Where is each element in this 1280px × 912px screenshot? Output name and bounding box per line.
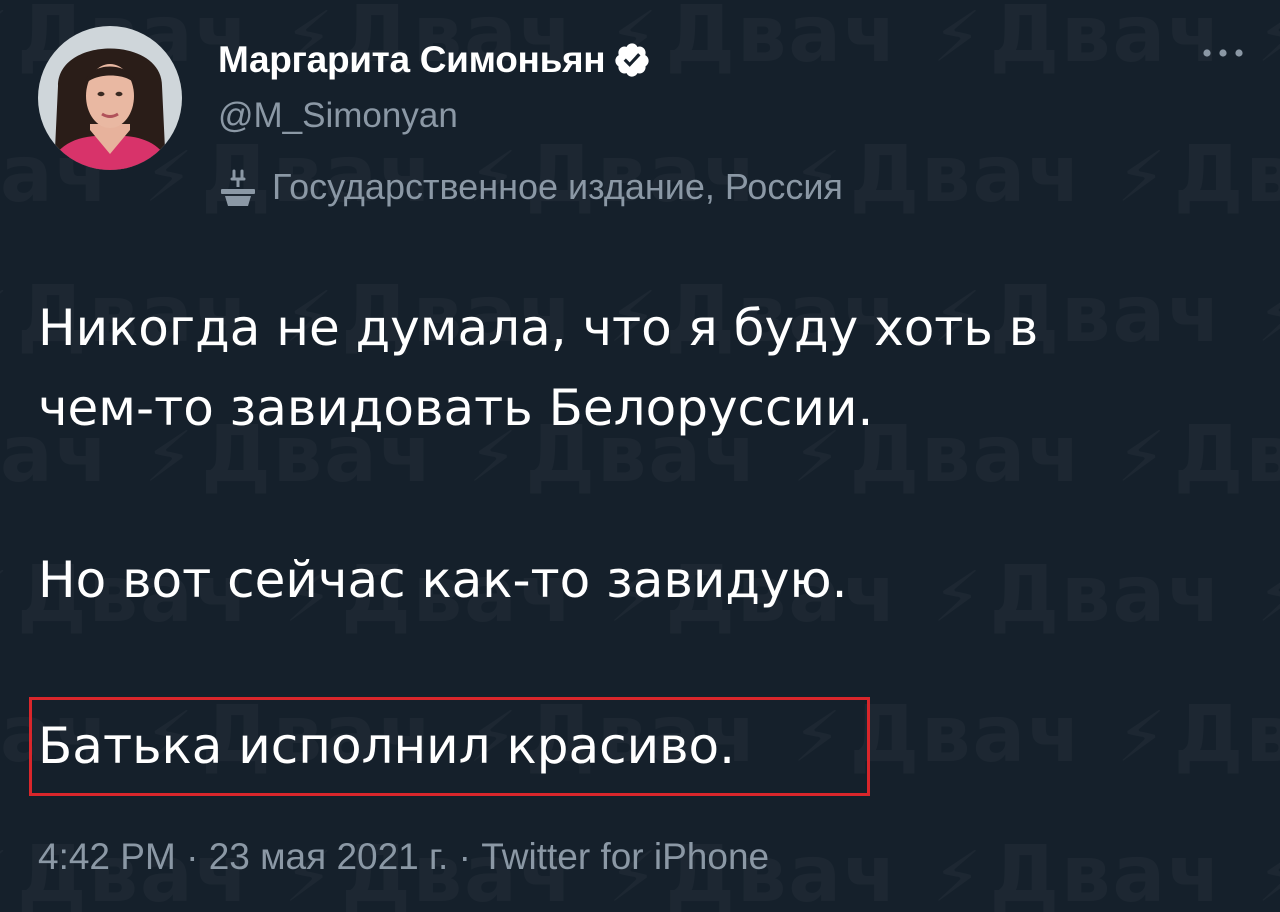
watermark-text: Двач: [933, 550, 1223, 640]
watermark-text: Двач: [1257, 270, 1280, 360]
affiliation-text: Государственное издание, Россия: [272, 166, 843, 207]
more-options-icon[interactable]: [1198, 38, 1248, 68]
state-media-icon: [221, 169, 255, 206]
watermark-text: Двач: [933, 0, 1223, 80]
state-media-label[interactable]: Государственное издание, Россия: [218, 166, 843, 208]
watermark-text: Двач: [608, 0, 898, 80]
tweet-time[interactable]: 4:42 PM: [38, 836, 176, 877]
avatar[interactable]: [38, 26, 182, 170]
meta-separator: ·: [186, 836, 199, 877]
meta-separator: ·: [458, 836, 471, 877]
author-name[interactable]: Маргарита Симоньян: [218, 39, 606, 81]
watermark-text: Двач: [1257, 0, 1280, 80]
author-name-row: Маргарита Симоньян: [218, 34, 651, 86]
tweet-text-line: Никогда не думала, что я буду хоть в: [38, 299, 1039, 357]
author-handle[interactable]: @M_Simonyan: [218, 96, 458, 136]
watermark-text: Двач: [1117, 130, 1280, 220]
tweet-text-line: чем-то завидовать Белоруссии.: [38, 379, 874, 437]
watermark-text: Двач: [1117, 410, 1280, 500]
watermark-text: Двач: [933, 830, 1223, 912]
watermark-text: Двач: [1117, 690, 1280, 780]
red-highlight-box: [29, 697, 870, 796]
tweet-source[interactable]: Twitter for iPhone: [481, 836, 769, 877]
verified-badge-icon: [615, 43, 649, 77]
tweet-meta: 4:42 PM · 23 мая 2021 г. · Twitter for i…: [38, 836, 769, 878]
tweet-text-line: Но вот сейчас как-то завидую.: [38, 551, 848, 609]
watermark-text: Двач: [1257, 830, 1280, 912]
watermark-text: Двач: [1257, 550, 1280, 640]
tweet-date[interactable]: 23 мая 2021 г.: [209, 836, 449, 877]
